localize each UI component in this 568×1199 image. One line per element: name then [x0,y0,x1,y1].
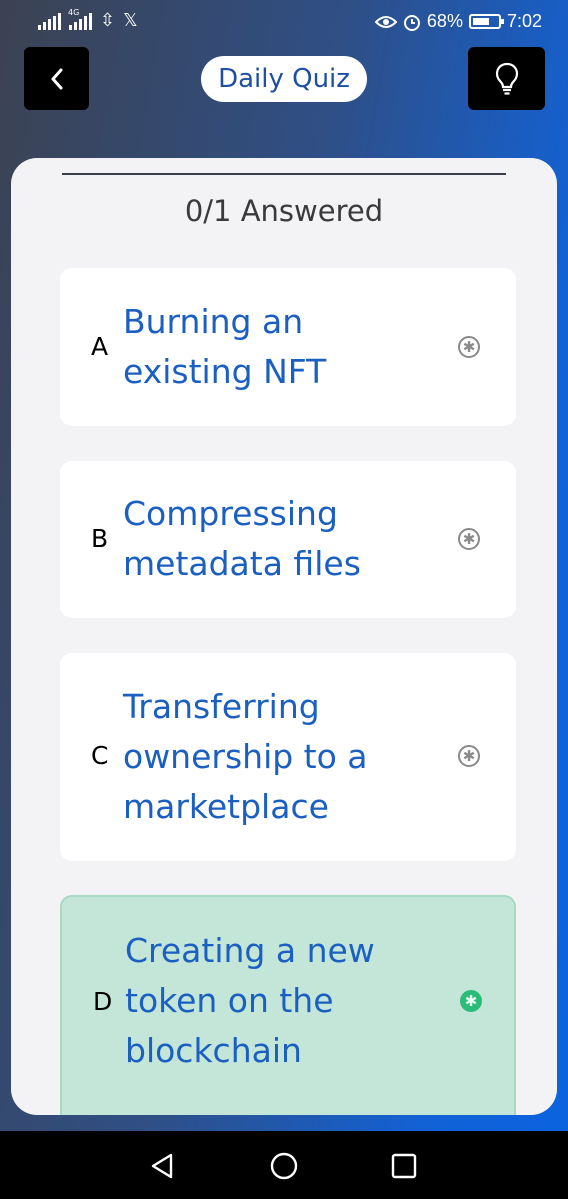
network-type-label: 4G [68,8,80,17]
option-letter: B [91,524,109,553]
recents-square-icon[interactable] [389,1151,419,1181]
x-app-icon: 𝕏 [123,10,138,31]
status-left-group: 4G ⇳ 𝕏 [38,8,138,31]
option-text: Burning an existing NFT [123,297,443,397]
eye-comfort-icon [374,15,397,28]
option-text-line: token on the [125,981,334,1020]
option-text: Transferring ownership to a marketplace [123,682,443,832]
alarm-icon [403,14,420,31]
page-title: Daily Quiz [201,56,367,102]
option-text-line: marketplace [123,787,329,826]
option-text-line: existing NFT [123,352,327,391]
option-text-line: metadata files [123,544,361,583]
option-letter: C [91,741,109,770]
option-letter: A [91,332,109,361]
option-radio-icon[interactable]: ✱ [458,528,480,550]
answered-progress: 0/1 Answered [184,194,384,228]
data-transfer-icon: ⇳ [100,10,116,31]
battery-icon [468,14,504,29]
back-button[interactable] [24,47,89,110]
option-text: Compressing metadata files [123,489,443,589]
clock-time: 7:02 [506,11,542,31]
option-c[interactable]: C Transferring ownership to a marketplac… [60,653,516,861]
home-circle-icon[interactable] [269,1151,299,1181]
hint-button[interactable] [468,47,545,110]
option-letter: D [93,987,113,1016]
chevron-left-icon [51,68,62,89]
battery-percent: 68% [426,11,463,31]
system-nav-bar [0,1131,568,1199]
signal-strength-icon [38,12,61,30]
option-radio-icon[interactable]: ✱ [458,745,480,767]
option-text-line: Burning an [123,302,304,341]
status-bar: 4G ⇳ 𝕏 68% 7:02 [0,0,568,46]
option-d[interactable]: D Creating a new token on the blockchain… [60,895,516,1115]
option-text-line: ownership to a [123,737,368,776]
option-radio-icon[interactable]: ✱ [458,336,480,358]
back-triangle-icon[interactable] [147,1151,177,1181]
card-divider [62,173,506,175]
option-text-line: blockchain [125,1031,302,1070]
status-right-group: 68% 7:02 [374,11,542,32]
option-a[interactable]: A Burning an existing NFT ✱ [60,268,516,426]
option-text: Creating a new token on the blockchain [125,926,445,1076]
option-text-line: Transferring [123,687,320,726]
signal-strength-2-icon: 4G [68,8,92,30]
quiz-card: 0/1 Answered A Burning an existing NFT ✱… [11,158,557,1115]
option-text-line: Creating a new [125,931,375,970]
option-b[interactable]: B Compressing metadata files ✱ [60,461,516,618]
option-radio-selected-icon[interactable]: ✱ [460,990,482,1012]
option-text-line: Compressing [123,494,338,533]
lightbulb-icon [495,62,518,95]
